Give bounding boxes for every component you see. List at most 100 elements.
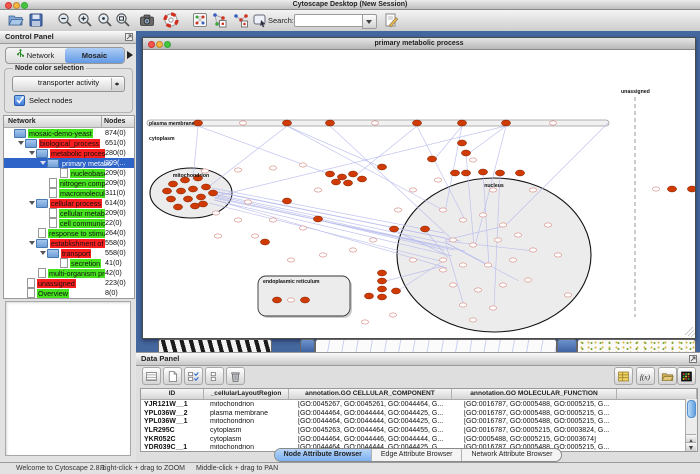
table-cell: [GO:0044464, GO:0044446, GO:0044444, G..…: [295, 436, 461, 443]
table-cell: YKR052C: [141, 436, 207, 443]
heatmap-icon[interactable]: [677, 367, 696, 385]
table-row[interactable]: YPL036W__1mitochondrion[GO:0044464, GO:0…: [141, 417, 697, 426]
select-mode-icon[interactable]: [252, 12, 268, 28]
tree-row[interactable]: cell communicat22(0): [4, 218, 134, 228]
select-nodes-label: Select nodes: [29, 96, 72, 105]
file-icon: [60, 168, 68, 178]
network-name: biological_process: [39, 139, 100, 148]
network-window-title: primary metabolic process: [143, 38, 695, 49]
new-doc-icon[interactable]: [163, 367, 182, 385]
tab-node-attribute-browser[interactable]: Node Attribute Browser: [275, 449, 372, 461]
camera-icon[interactable]: [139, 12, 155, 28]
table-row[interactable]: YKR052Ccytoplasm[GO:0044464, GO:0044446,…: [141, 435, 697, 444]
select-nodes-row: Select nodes: [14, 95, 72, 106]
zoom-out-icon[interactable]: [57, 12, 73, 28]
float-panel-icon[interactable]: [125, 33, 133, 41]
background-window-edge[interactable]: [557, 339, 577, 352]
table-cell: [GO:0045267, GO:0045261, GO:0044464, G..…: [295, 401, 461, 408]
table-cell: [GO:0016787, GO:0005488, GO:0005215, G..…: [461, 418, 629, 425]
float-panel-icon[interactable]: [689, 355, 697, 363]
network-desktop: primary metabolic process plasma membran…: [136, 31, 700, 352]
scrollbar-thumb[interactable]: [687, 400, 696, 418]
tree-row[interactable]: response to stimul264(0): [4, 228, 134, 238]
node-count: 8(0): [105, 288, 134, 298]
birdseye-view-panel[interactable]: [5, 301, 131, 456]
layout-nodes-alt-icon[interactable]: [233, 12, 249, 28]
zoom-in-icon[interactable]: [77, 12, 93, 28]
layout-nodes-icon[interactable]: [211, 12, 227, 28]
main-toolbar: Search:: [0, 10, 700, 32]
annotate-icon[interactable]: [383, 12, 399, 28]
tree-row[interactable]: multi-organism pro42(0): [4, 268, 134, 278]
attr-grid-icon[interactable]: [142, 367, 161, 385]
save-icon[interactable]: [28, 12, 44, 28]
node-count: 209(0): [105, 168, 134, 178]
background-window-edge[interactable]: [300, 339, 315, 352]
network-overview-icon[interactable]: [192, 12, 208, 28]
tree-row[interactable]: unassigned223(0): [4, 278, 134, 288]
network-name: cellular process: [50, 199, 102, 208]
table-row[interactable]: YJR121W__1mitochondrion[GO:0045267, GO:0…: [141, 400, 697, 409]
table-scrollbar[interactable]: [685, 399, 697, 451]
network-name: secretion: [70, 259, 101, 268]
list-plain-icon[interactable]: [205, 367, 224, 385]
column-header[interactable]: _cellularLayoutRegion: [204, 389, 289, 399]
tree-row[interactable]: primary metabo209(...: [4, 158, 134, 168]
tree-row[interactable]: secretion41(0): [4, 258, 134, 268]
tree-row[interactable]: macromolecule311(0): [4, 188, 134, 198]
tab-network-attribute-browser[interactable]: Network Attribute Browser: [462, 449, 561, 461]
region-label: unassigned: [621, 89, 650, 95]
tree-row[interactable]: biological_process 651(0): [4, 138, 134, 148]
trash-icon[interactable]: [226, 367, 245, 385]
folder-plain-icon[interactable]: [658, 367, 677, 385]
file-icon: [49, 188, 57, 198]
column-header[interactable]: ID: [141, 389, 204, 399]
tab-edge-attribute-browser[interactable]: Edge Attribute Browser: [372, 449, 463, 461]
resize-grip-icon[interactable]: [685, 327, 695, 337]
zoom-fit-icon[interactable]: [97, 12, 113, 28]
region-label: nucleus: [484, 183, 504, 189]
tree-col-network[interactable]: Network: [4, 116, 101, 127]
table-cell: mitochondrion: [207, 418, 295, 425]
search-input[interactable]: [294, 14, 366, 27]
table-yellow-icon[interactable]: [614, 367, 633, 385]
tree-row[interactable]: metabolic process280(0): [4, 148, 134, 158]
column-header[interactable]: annotation.GO CELLULAR_COMPONENT: [289, 389, 452, 399]
node-count: 651(0): [105, 138, 134, 148]
tree-row[interactable]: Overview8(0): [4, 288, 134, 298]
tree-col-nodes[interactable]: Nodes: [101, 116, 134, 127]
dropdown-stepper-icon[interactable]: [111, 78, 123, 90]
table-cell: [GO:0045263, GO:0044464, GO:0044455, G..…: [295, 427, 461, 434]
tree-row[interactable]: cellular process614(0): [4, 198, 134, 208]
search-dropdown-icon[interactable]: [362, 14, 377, 29]
network-window-titlebar[interactable]: primary metabolic process: [143, 38, 695, 50]
background-window-thumbnail[interactable]: [577, 339, 696, 352]
table-row[interactable]: YLR295Ccytoplasm[GO:0045263, GO:0044464,…: [141, 426, 697, 435]
tree-row[interactable]: cellular metabo209(0): [4, 208, 134, 218]
network-canvas[interactable]: plasma membranecytoplasmmitochondrionnuc…: [143, 50, 695, 338]
zoom-selected-icon[interactable]: [115, 12, 131, 28]
open-folder-icon[interactable]: [8, 12, 24, 28]
folder-icon: [47, 249, 59, 258]
tree-row[interactable]: transport558(0): [4, 248, 134, 258]
column-header[interactable]: annotation.GO MOLECULAR_FUNCTION: [452, 389, 617, 399]
list-check-icon[interactable]: [184, 367, 203, 385]
data-panel: Data Panel f(x) ID_cellularLayoutRegiona…: [136, 352, 700, 463]
tab-network[interactable]: Network: [6, 48, 65, 63]
file-icon: [49, 218, 57, 228]
tree-row[interactable]: nucleobase-209(0): [4, 168, 134, 178]
node-color-dropdown[interactable]: transporter activity: [12, 76, 125, 92]
select-nodes-checkbox[interactable]: [14, 95, 25, 106]
fx-icon[interactable]: f(x): [636, 367, 655, 385]
tree-row[interactable]: establishment of lo558(0): [4, 238, 134, 248]
tab-mosaic[interactable]: Mosaic: [65, 48, 124, 63]
attribute-table: ID_cellularLayoutRegionannotation.GO CEL…: [140, 388, 698, 452]
background-window-thumbnail[interactable]: [158, 339, 272, 352]
tree-row[interactable]: mosaic-demo-yeast874(0): [4, 128, 134, 138]
help-ring-icon[interactable]: [163, 12, 179, 28]
node-count: 209(0): [105, 178, 134, 188]
table-row[interactable]: YPL036W__2plasma membrane[GO:0044464, GO…: [141, 409, 697, 418]
background-window-thumbnail[interactable]: [315, 339, 557, 352]
search-label: Search:: [268, 16, 294, 25]
tree-row[interactable]: nitrogen compo209(0): [4, 178, 134, 188]
